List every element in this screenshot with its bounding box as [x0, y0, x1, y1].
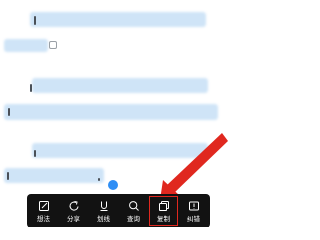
- search-icon: [128, 200, 139, 211]
- note-edit-icon: [38, 200, 49, 211]
- underline-button[interactable]: 划线: [91, 194, 116, 227]
- text-mark: [34, 150, 36, 157]
- selection-handle[interactable]: [108, 180, 118, 190]
- report-button[interactable]: 纠错: [181, 194, 206, 227]
- copy-label: 复制: [157, 214, 170, 223]
- lookup-button[interactable]: 查询: [121, 194, 146, 227]
- note-label: 想法: [37, 214, 50, 223]
- lookup-label: 查询: [127, 214, 140, 223]
- copy-button[interactable]: 复制: [149, 194, 178, 227]
- selection-context-menu: 想法 分享 划线 查询 复制 纠错: [27, 194, 210, 227]
- underline-label: 划线: [97, 214, 110, 223]
- note-button[interactable]: 想法: [31, 194, 56, 227]
- copy-icon: [158, 200, 169, 211]
- text-mark: [7, 172, 9, 180]
- report-label: 纠错: [187, 214, 200, 223]
- share-button[interactable]: 分享: [61, 194, 86, 227]
- text-mark: [30, 84, 32, 92]
- error-report-icon: [188, 201, 199, 210]
- share-label: 分享: [67, 214, 80, 223]
- reader-page: 想法 分享 划线 查询 复制 纠错: [0, 0, 240, 227]
- underline-icon: [100, 201, 107, 211]
- share-icon: [69, 200, 78, 211]
- text-mark: [8, 108, 10, 116]
- inline-note-marker-icon[interactable]: [49, 41, 57, 49]
- text-mark: [34, 16, 36, 25]
- text-mark: [98, 178, 100, 181]
